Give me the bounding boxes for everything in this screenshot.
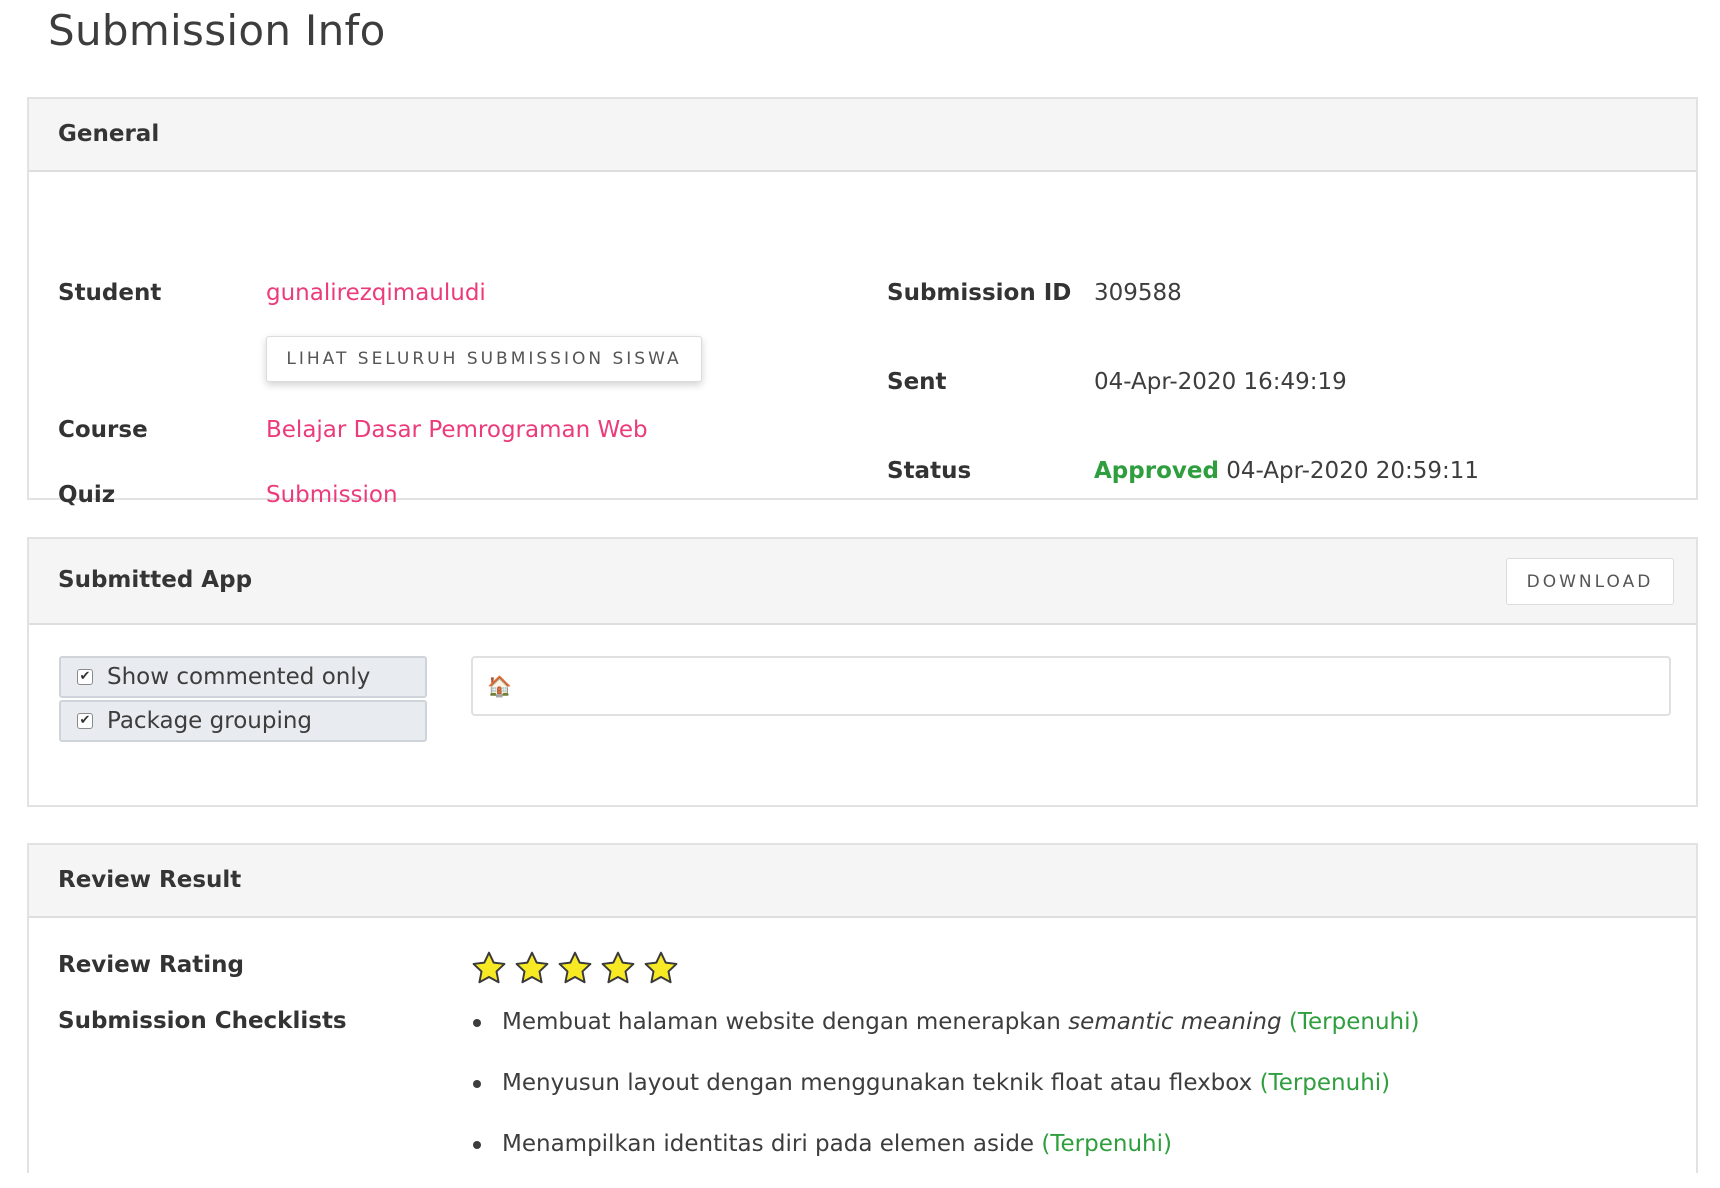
checklist-item-status: (Terpenuhi) xyxy=(1288,1009,1420,1035)
checklist-item-text: Menyusun layout dengan menggunakan tekni… xyxy=(502,1070,1253,1096)
student-label: Student xyxy=(58,280,162,306)
submission-checklists-label: Submission Checklists xyxy=(58,1008,347,1034)
status-label: Status xyxy=(887,458,972,484)
submission-id-label: Submission ID xyxy=(887,280,1072,306)
bullet-icon xyxy=(473,1080,481,1088)
star-icon xyxy=(472,951,506,984)
checklist-item: Menampilkan identitas diri pada elemen a… xyxy=(471,1127,1419,1188)
checkbox-checked-icon[interactable]: ✔ xyxy=(77,669,93,685)
quiz-label: Quiz xyxy=(58,482,116,508)
review-result-panel: Review Result Review Rating Submission C… xyxy=(27,843,1698,1173)
checklist: Membuat halaman website dengan menerapka… xyxy=(471,1005,1419,1188)
checklist-item-text: Membuat halaman website dengan menerapka… xyxy=(502,1009,1069,1035)
sent-value: 04-Apr-2020 16:49:19 xyxy=(1094,369,1347,395)
submission-id-value: 309588 xyxy=(1094,280,1182,306)
general-header-title: General xyxy=(58,121,160,147)
checklist-item-status: (Terpenuhi) xyxy=(1041,1131,1172,1157)
package-grouping-toggle[interactable]: ✔ Package grouping xyxy=(59,700,427,742)
general-panel-header: General xyxy=(29,99,1696,172)
course-link[interactable]: Belajar Dasar Pemrograman Web xyxy=(266,417,648,443)
star-icon xyxy=(601,951,635,984)
show-commented-toggle[interactable]: ✔ Show commented only xyxy=(59,656,427,698)
status-date: 04-Apr-2020 20:59:11 xyxy=(1226,458,1480,484)
general-panel: General Student gunalirezqimauludi LIHAT… xyxy=(27,97,1698,508)
status-value: Approved 04-Apr-2020 20:59:11 xyxy=(1094,458,1479,484)
show-commented-label: Show commented only xyxy=(107,664,371,690)
submitted-app-panel: Submitted App DOWNLOAD ✔ Show commented … xyxy=(27,537,1698,807)
checklist-item-status: (Terpenuhi) xyxy=(1259,1070,1391,1096)
review-rating-label: Review Rating xyxy=(58,952,244,978)
checklist-item: Menyusun layout dengan menggunakan tekni… xyxy=(471,1066,1419,1127)
view-all-submissions-button[interactable]: LIHAT SELURUH SUBMISSION SISWA xyxy=(266,336,702,382)
package-grouping-label: Package grouping xyxy=(107,708,313,734)
download-button[interactable]: DOWNLOAD xyxy=(1506,558,1674,605)
star-icon xyxy=(515,951,549,984)
student-link[interactable]: gunalirezqimauludi xyxy=(266,280,486,306)
page: Submission Info General Student gunalire… xyxy=(0,0,1720,1173)
checkbox-checked-icon[interactable]: ✔ xyxy=(77,713,93,729)
rating-stars xyxy=(471,950,691,986)
sent-label: Sent xyxy=(887,369,947,395)
page-title: Submission Info xyxy=(48,6,386,55)
bullet-icon xyxy=(473,1141,481,1149)
file-tree-breadcrumb: 🏠 xyxy=(471,656,1671,716)
checklist-item-text: Menampilkan identitas diri pada elemen a… xyxy=(502,1131,1035,1157)
house-icon[interactable]: 🏠 xyxy=(487,674,512,698)
submitted-app-title: Submitted App xyxy=(58,567,253,593)
review-result-header: Review Result xyxy=(29,845,1696,918)
checklist-item: Membuat halaman website dengan menerapka… xyxy=(471,1005,1419,1066)
star-icon xyxy=(644,951,678,984)
course-label: Course xyxy=(58,417,148,443)
checklist-item-emphasis: semantic meaning xyxy=(1068,1009,1282,1035)
status-badge: Approved xyxy=(1094,458,1219,484)
bullet-icon xyxy=(473,1019,481,1027)
quiz-link[interactable]: Submission xyxy=(266,482,398,508)
review-result-title: Review Result xyxy=(58,867,242,893)
submitted-app-header: Submitted App DOWNLOAD xyxy=(29,539,1696,625)
star-icon xyxy=(558,951,592,984)
